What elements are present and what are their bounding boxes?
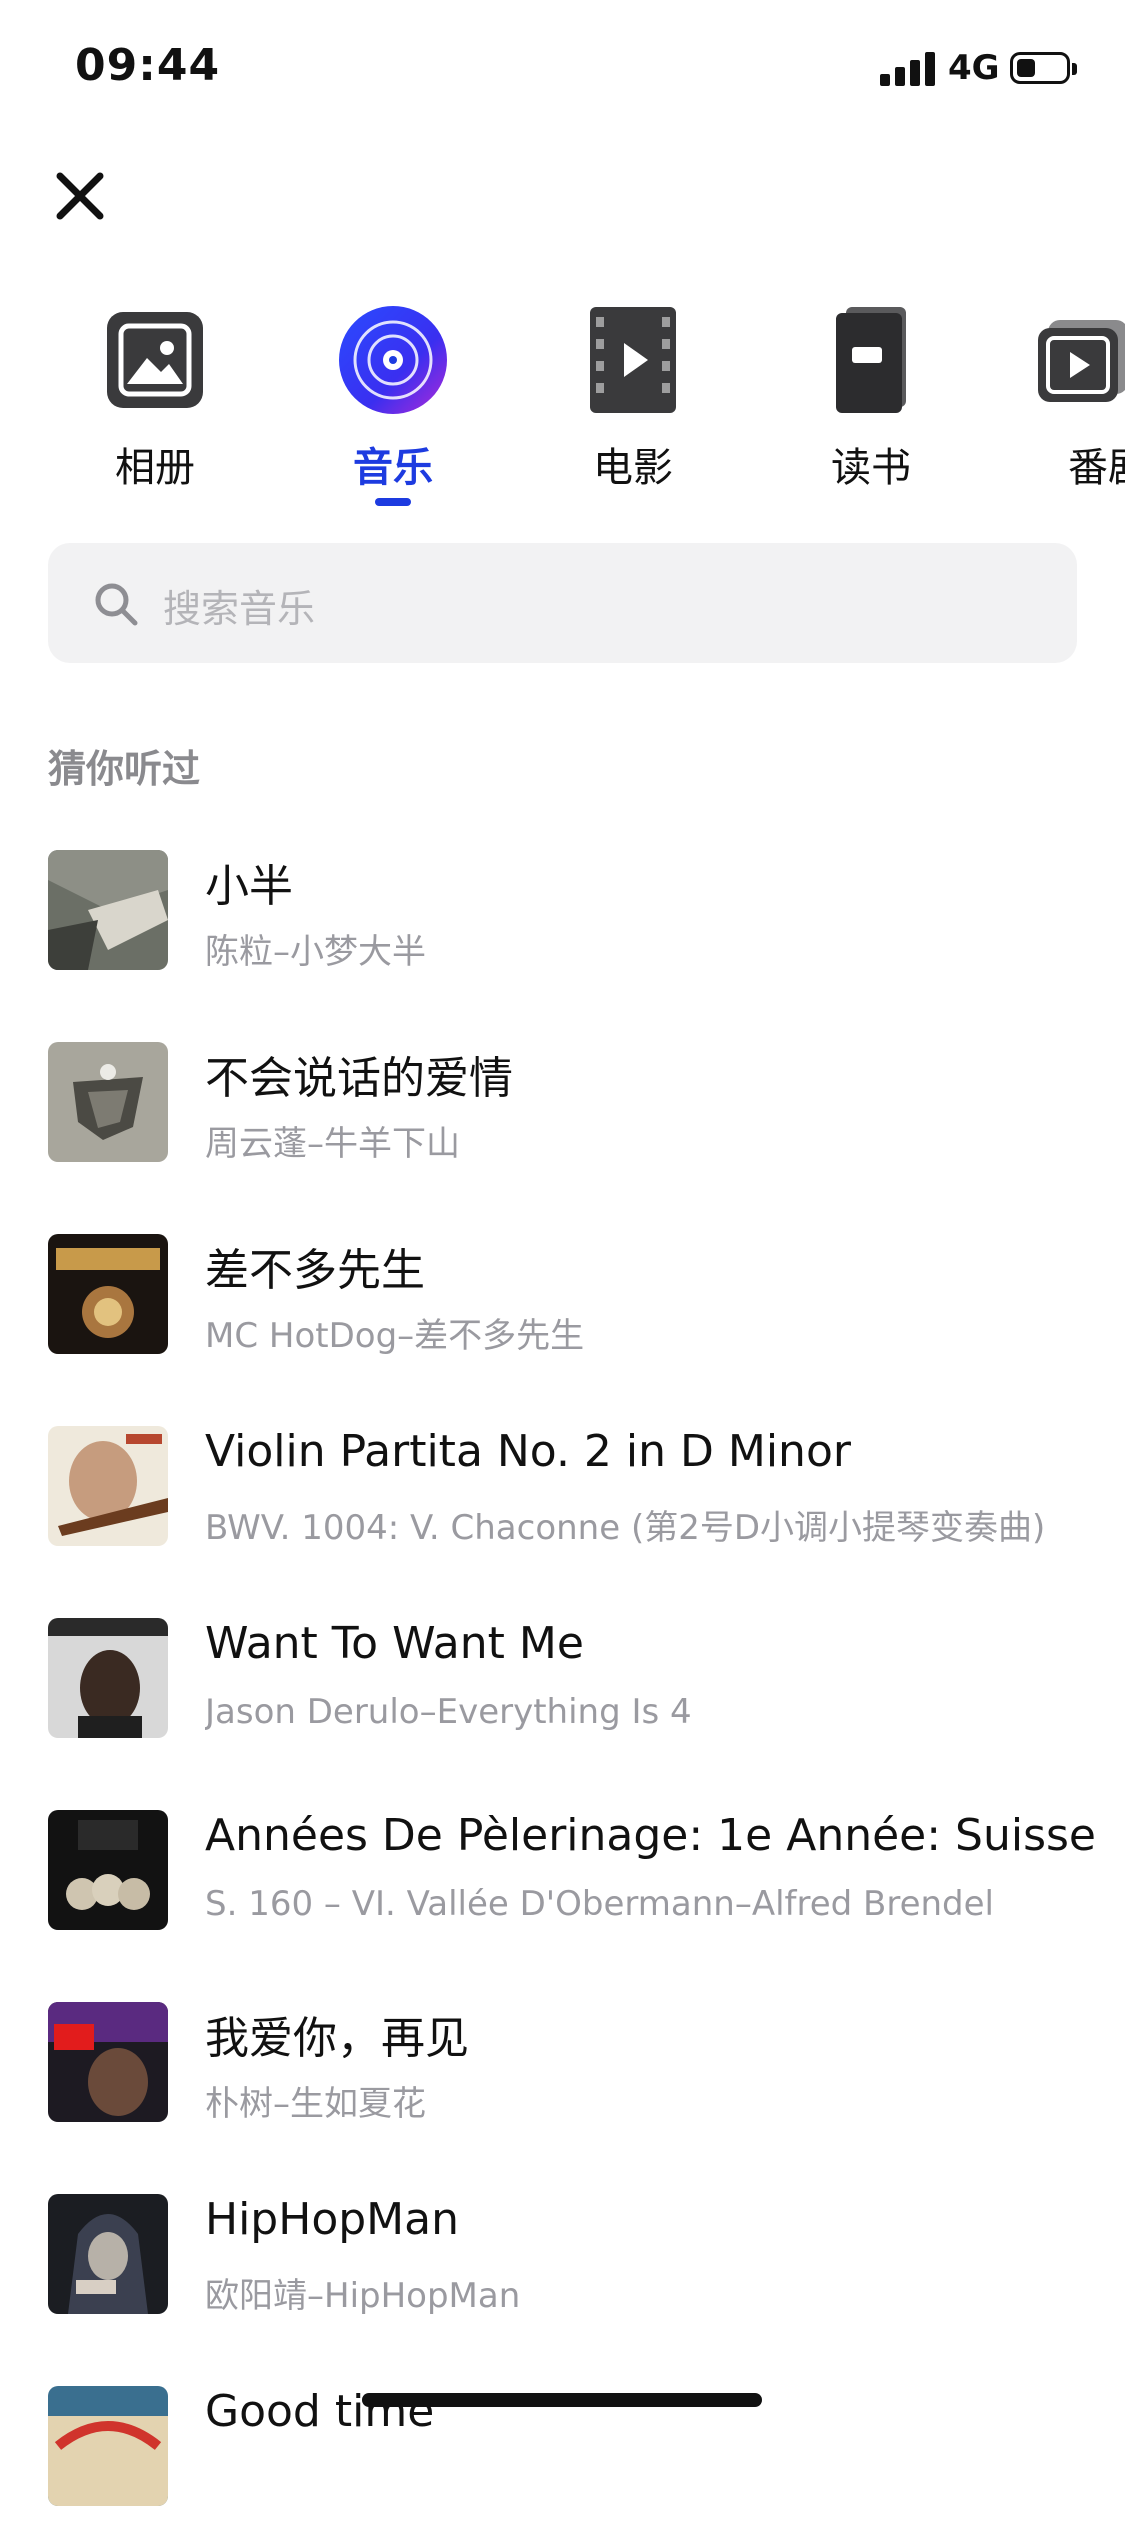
song-title: 不会说话的爱情	[205, 1053, 513, 1104]
album-cover	[48, 1234, 168, 1354]
tab-movies[interactable]: 电影	[548, 300, 718, 510]
song-title: 小半	[205, 861, 293, 912]
album-cover	[48, 1618, 168, 1738]
tab-music[interactable]: 音乐	[308, 300, 478, 510]
song-artist-album: 陈粒–小梦大半	[205, 932, 426, 972]
song-item[interactable]: 小半 陈粒–小梦大半	[0, 850, 1125, 1000]
album-cover	[48, 1810, 168, 1930]
music-disc-icon	[333, 300, 453, 420]
album-cover	[48, 1426, 168, 1546]
song-item[interactable]: Années De Pèlerinage: 1e Année: Suisse S…	[0, 1810, 1125, 1960]
song-title: HipHopMan	[205, 2194, 459, 2245]
album-cover	[48, 2386, 168, 2506]
tab-anime[interactable]: 番剧	[1024, 300, 1125, 510]
tab-label: 相册	[115, 445, 195, 491]
status-bar: 09:44 4G	[0, 0, 1125, 140]
status-time: 09:44	[75, 40, 221, 91]
song-artist-album: 朴树–生如夏花	[205, 2084, 426, 2124]
category-tabs: 相册 音乐 电影 读书 番	[0, 300, 1125, 520]
song-artist-album: 周云蓬–牛羊下山	[205, 1124, 460, 1164]
song-title: 差不多先生	[205, 1245, 425, 1296]
film-icon	[573, 300, 693, 420]
tab-label: 番剧	[1068, 445, 1125, 491]
album-cover	[48, 2002, 168, 2122]
song-title: Violin Partita No. 2 in D Minor	[205, 1426, 851, 1477]
song-artist-album: S. 160 – VI. Vallée D'Obermann–Alfred Br…	[205, 1884, 995, 1924]
search-placeholder: 搜索音乐	[163, 587, 316, 631]
book-icon	[811, 300, 931, 420]
active-tab-indicator	[375, 498, 411, 506]
album-cover	[48, 1042, 168, 1162]
photo-album-icon	[95, 300, 215, 420]
search-input[interactable]: 搜索音乐	[48, 543, 1077, 663]
search-icon	[95, 583, 138, 626]
song-title: Want To Want Me	[205, 1618, 584, 1669]
close-icon	[56, 172, 104, 220]
section-title: 猜你听过	[48, 747, 201, 791]
video-icon	[1024, 300, 1125, 420]
home-indicator[interactable]	[362, 2393, 762, 2407]
battery-icon	[1010, 52, 1077, 84]
song-item[interactable]: 我爱你，再见 朴树–生如夏花	[0, 2002, 1125, 2152]
album-cover	[48, 850, 168, 970]
network-type: 4G	[948, 48, 1000, 88]
song-item[interactable]: 不会说话的爱情 周云蓬–牛羊下山	[0, 1042, 1125, 1192]
song-artist-album: 欧阳靖–HipHopMan	[205, 2276, 521, 2316]
song-item[interactable]: Want To Want Me Jason Derulo–Everything …	[0, 1618, 1125, 1768]
tab-label: 音乐	[353, 445, 433, 491]
song-item[interactable]: Good time	[0, 2386, 1125, 2536]
tab-label: 电影	[593, 445, 673, 491]
song-title: 我爱你，再见	[205, 2013, 469, 2064]
cellular-signal-icon	[880, 50, 936, 86]
tab-label: 读书	[831, 445, 911, 491]
song-item[interactable]: HipHopMan 欧阳靖–HipHopMan	[0, 2194, 1125, 2344]
song-artist-album: Jason Derulo–Everything Is 4	[205, 1692, 692, 1732]
tab-books[interactable]: 读书	[786, 300, 956, 510]
close-button[interactable]	[52, 168, 108, 224]
song-item[interactable]: Violin Partita No. 2 in D Minor BWV. 100…	[0, 1426, 1125, 1576]
song-artist-album: MC HotDog–差不多先生	[205, 1316, 585, 1356]
song-item[interactable]: 差不多先生 MC HotDog–差不多先生	[0, 1234, 1125, 1384]
album-cover	[48, 2194, 168, 2314]
song-artist-album: BWV. 1004: V. Chaconne (第2号D小调小提琴变奏曲)	[205, 1508, 1046, 1548]
tab-photo-album[interactable]: 相册	[70, 300, 240, 510]
song-title: Années De Pèlerinage: 1e Année: Suisse	[205, 1810, 1096, 1861]
